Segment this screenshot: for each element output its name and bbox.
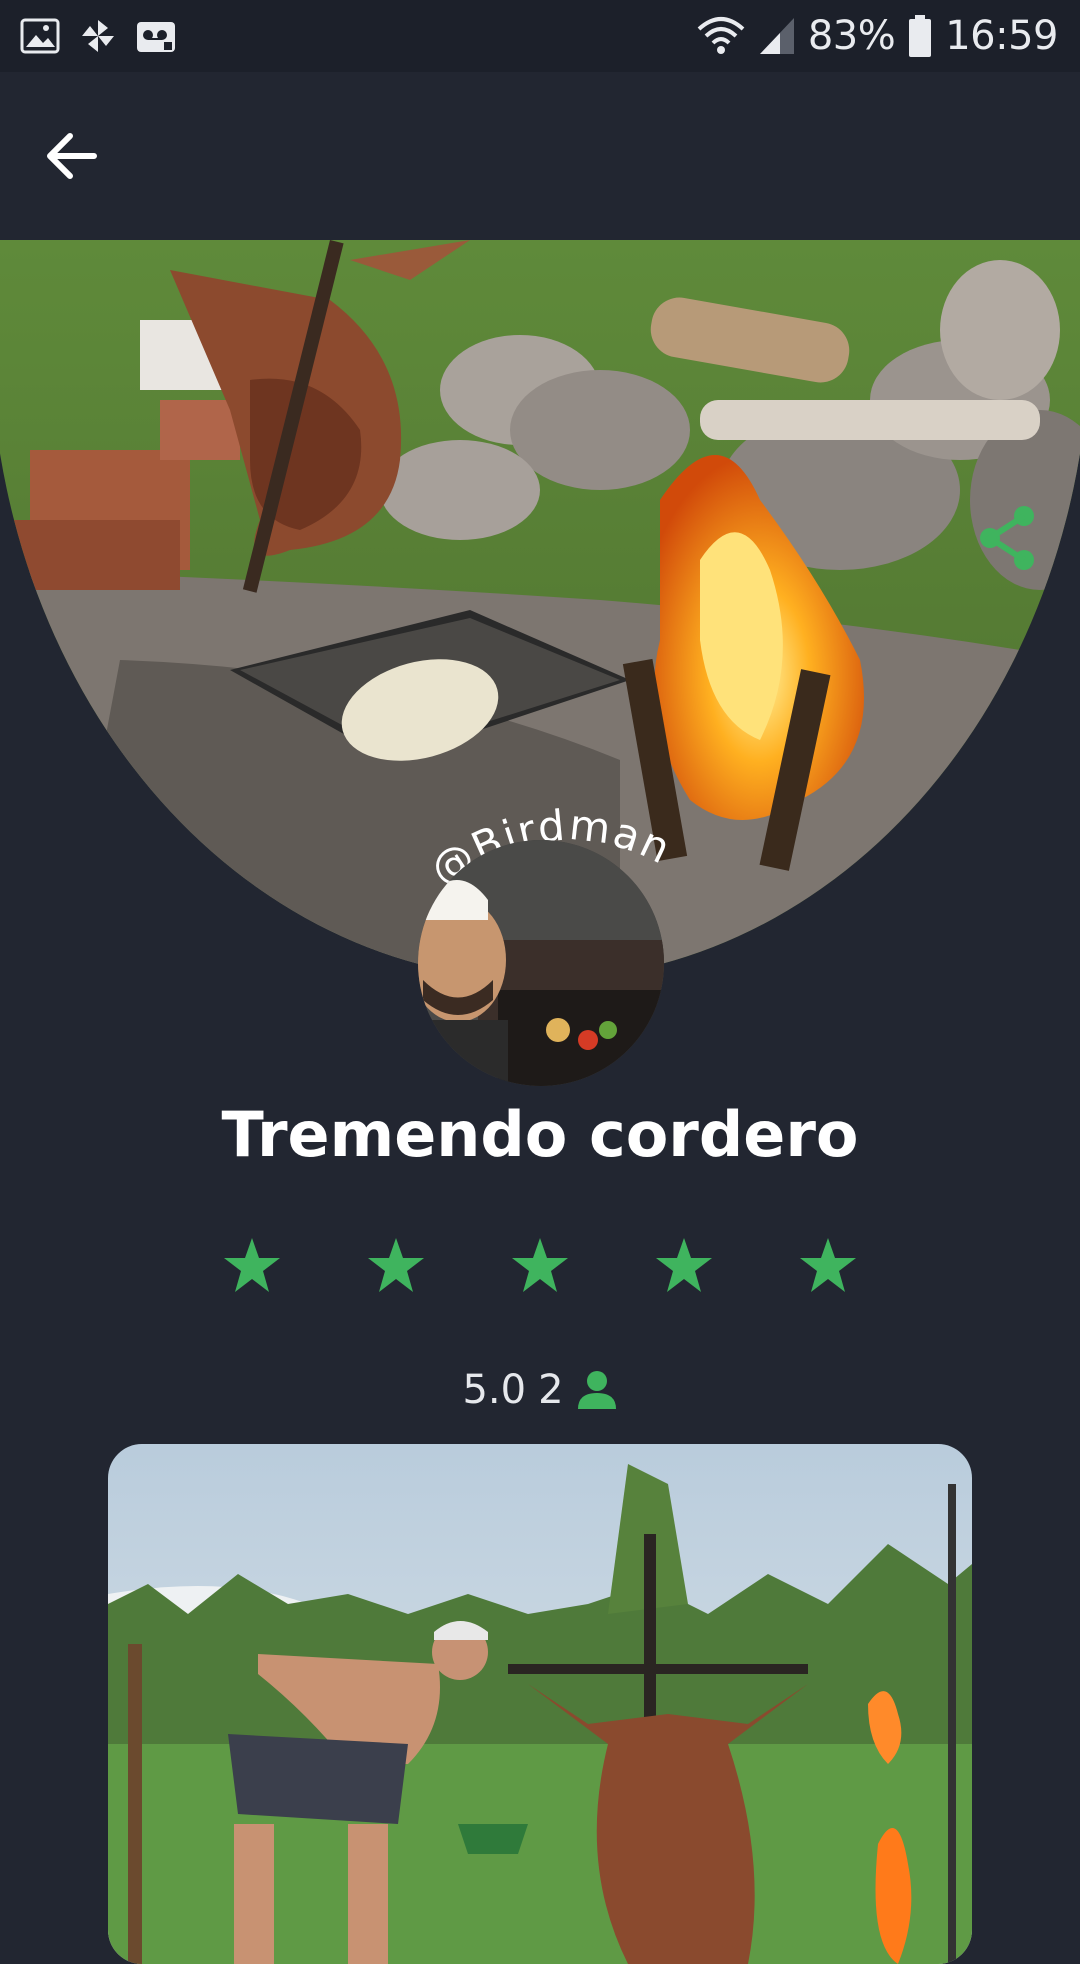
rating-summary: 5.0 2 [0,1360,1080,1420]
rating-stars [222,1236,862,1296]
share-icon[interactable] [972,502,1044,574]
star-icon[interactable] [510,1236,570,1296]
pinwheel-icon [82,20,114,52]
star-icon[interactable] [654,1236,714,1296]
star-icon[interactable] [366,1236,426,1296]
voicemail-icon [137,22,175,52]
battery-percent: 83% [807,13,896,59]
star-icon[interactable] [222,1236,282,1296]
star-icon[interactable] [798,1236,858,1296]
wifi-icon [697,17,745,54]
signal-icon [759,18,794,54]
toolbar [0,72,1080,240]
avatar[interactable] [418,840,664,1086]
person-icon [577,1371,616,1409]
clock: 16:59 [945,13,1058,59]
battery-icon [909,15,932,57]
gallery-icon [20,18,60,54]
avatar-photo [418,840,664,1086]
status-bar: 83% 16:59 [0,0,1080,72]
recipe-title: Tremendo cordero [221,1098,859,1171]
arrow-left-icon[interactable] [44,122,124,192]
rating-value: 5.0 [462,1367,527,1413]
recipe-photo[interactable] [108,1444,972,1964]
rating-count: 2 [538,1367,564,1413]
recipe-photo-image [108,1444,972,1964]
